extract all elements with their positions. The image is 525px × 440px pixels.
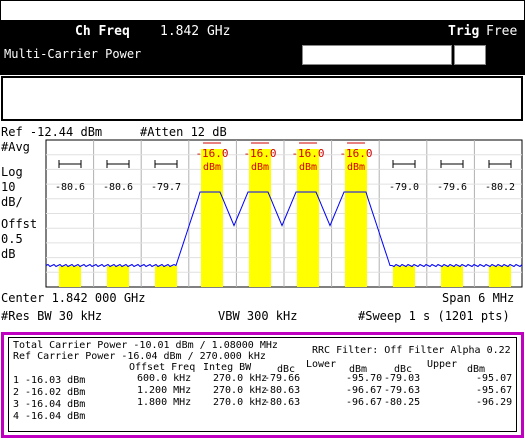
offset-fill [107,266,129,287]
row3-lower-dbc: -80.63 [264,397,301,408]
offset-fill [441,266,463,287]
row3-offset: 1.800 MHz [137,397,192,408]
offset-fill [489,266,511,287]
row1-lower-dbm: -95.70 [346,373,383,384]
row1-offset: 600.0 kHz [137,373,192,384]
row1-lower-dbc: -79.66 [264,373,301,384]
carrier-3-power: 3 -16.04 dBm [13,399,86,410]
sweep-label: #Sweep 1 s (1201 pts) [358,309,510,323]
offset-power-label: -79.7 [151,182,181,193]
span-label: Span 6 MHz [442,291,515,305]
row2-upper-dbm: -95.67 [476,385,513,396]
carrier-power-label: -16.0 [195,147,228,160]
offset-power-label: -80.2 [485,182,515,193]
center-freq-label: Center 1.842 000 GHz [1,291,146,305]
carrier-power-label: -16.0 [243,147,276,160]
carrier-power-label: -16.0 [339,147,372,160]
carrier-unit-label: dBm [347,162,365,173]
row3-upper-dbm: -96.29 [476,397,513,408]
row2-lower-dbm: -96.67 [346,385,383,396]
carrier-unit-label: dBm [203,162,221,173]
col-offset-freq: Offset Freq [129,362,196,373]
col-lower: Lower [306,359,337,370]
offset-fill [393,266,415,287]
row3-lower-dbm: -96.67 [346,397,383,408]
row3-integ: 270.0 kHz [213,397,268,408]
vbw-label: VBW 300 kHz [218,309,298,323]
results-table: Total Carrier Power -10.01 dBm / 1.08000… [8,337,517,432]
row3-upper-dbc: -80.25 [384,397,421,408]
row1-upper-dbm: -95.07 [476,373,513,384]
carrier-1-power: 1 -16.03 dBm [13,375,86,386]
col-integ-bw: Integ BW [203,362,252,373]
offset-fill [59,266,81,287]
total-carrier-power: Total Carrier Power -10.01 dBm / 1.08000… [13,340,278,351]
row2-offset: 1.200 MHz [137,385,192,396]
carrier-4-power: 4 -16.04 dBm [13,411,86,422]
carrier-power-label: -16.0 [291,147,324,160]
results-panel: Total Carrier Power -10.01 dBm / 1.08000… [1,332,524,438]
ref-carrier-power: Ref Carrier Power -16.04 dBm / 270.000 k… [13,351,266,362]
row2-upper-dbc: -79.63 [384,385,421,396]
offset-power-label: -80.6 [103,182,133,193]
row2-integ: 270.0 kHz [213,385,268,396]
offset-power-label: -80.6 [55,182,85,193]
offset-power-label: -79.6 [437,182,467,193]
row2-lower-dbc: -80.63 [264,385,301,396]
rrc-filter-status: RRC Filter: Off Filter Alpha 0.22 [312,345,511,356]
res-bw-label: #Res BW 30 kHz [1,309,103,323]
carrier-unit-label: dBm [251,162,269,173]
row1-upper-dbc: -79.03 [384,373,421,384]
carrier-2-power: 2 -16.02 dBm [13,387,86,398]
row1-integ: 270.0 kHz [213,373,268,384]
offset-fill [155,266,177,287]
col-upper: Upper [427,359,458,370]
carrier-unit-label: dBm [299,162,317,173]
offset-power-label: -79.0 [389,182,419,193]
